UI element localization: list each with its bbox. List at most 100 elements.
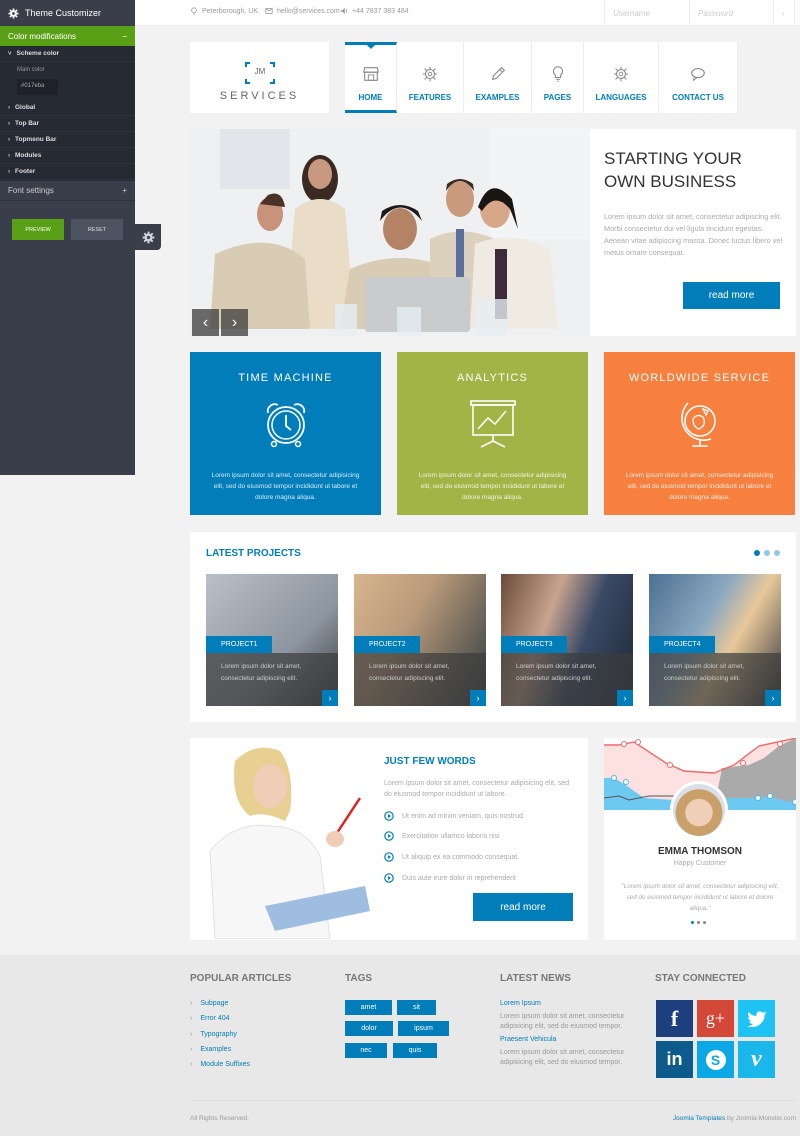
- play-circle-icon: [384, 811, 394, 821]
- pager-dot[interactable]: [774, 550, 780, 556]
- link-text[interactable]: Module Suffixes: [200, 1061, 250, 1068]
- nav-item-home[interactable]: HOME: [345, 42, 397, 113]
- skype-icon[interactable]: S: [697, 1041, 734, 1078]
- project-card[interactable]: PROJECT1 Lorem ipsum dolor sit amet, con…: [206, 574, 338, 706]
- popular-article-link[interactable]: › Subpage: [190, 1000, 228, 1007]
- feature-worldwide-service[interactable]: WORLDWIDE SERVICE Lorem ipsum dolor sit …: [604, 352, 795, 515]
- nav-item-examples[interactable]: EXAMPLES: [464, 42, 532, 113]
- tag-link[interactable]: sit: [397, 1000, 436, 1015]
- project-arrow-button[interactable]: ›: [617, 690, 633, 706]
- option-topmenu-bar[interactable]: › Topmenu Bar: [0, 132, 135, 148]
- email-link[interactable]: hello@services.com: [277, 8, 340, 15]
- link-text[interactable]: Examples: [200, 1046, 231, 1053]
- list-item: Exercitation ullamco laboris nisi: [384, 831, 500, 841]
- popular-article-link[interactable]: › Examples: [190, 1046, 231, 1053]
- option-scheme-color[interactable]: ˅ Scheme color: [0, 46, 135, 62]
- option-footer[interactable]: › Footer: [0, 164, 135, 180]
- font-settings-toggle[interactable]: Font settings +: [0, 181, 135, 201]
- twitter-icon[interactable]: [738, 1000, 775, 1037]
- feature-analytics[interactable]: ANALYTICS Lorem ipsum dolor sit amet, co…: [397, 352, 588, 515]
- project-text: Lorem ipsum dolor sit amet, consectetur …: [354, 653, 486, 706]
- pager-dot[interactable]: [697, 921, 700, 924]
- tag-link[interactable]: nec: [345, 1043, 387, 1058]
- map-pin-icon: [191, 7, 197, 15]
- google-plus-icon[interactable]: g+: [697, 1000, 734, 1037]
- section-label: Color modifications: [8, 31, 77, 41]
- linkedin-icon[interactable]: in: [656, 1041, 693, 1078]
- lightbulb-icon: [552, 66, 563, 82]
- project-text: Lorem ipsum dolor sit amet, consectetur …: [649, 653, 781, 706]
- latest-projects-section: LATEST PROJECTS PROJECT1 Lorem ipsum dol…: [190, 532, 796, 722]
- popular-article-link[interactable]: › Module Suffixes: [190, 1061, 250, 1068]
- avatar-photo: [673, 784, 725, 836]
- username-input[interactable]: Username: [604, 0, 689, 26]
- collapse-icon: −: [122, 31, 127, 41]
- pager-dot[interactable]: [703, 921, 706, 924]
- chevron-right-icon: ›: [8, 121, 10, 127]
- facebook-icon[interactable]: f: [656, 1000, 693, 1037]
- joomla-templates-link[interactable]: Joomla Templates: [673, 1115, 725, 1122]
- pager-dot[interactable]: [754, 550, 760, 556]
- logo-name: SERVICES: [219, 90, 300, 102]
- password-input[interactable]: Password: [689, 0, 773, 26]
- link-text[interactable]: Error 404: [200, 1015, 229, 1022]
- latest-news-title: LATEST NEWS: [500, 973, 571, 984]
- preview-button[interactable]: PREVIEW: [12, 219, 64, 240]
- tag-link[interactable]: quis: [393, 1043, 437, 1058]
- hero-slider: ‹ › STARTING YOUR OWN BUSINESS Lorem ips…: [190, 129, 796, 336]
- location-text: Peterborough, UK: [202, 7, 259, 15]
- project-text: Lorem ipsum dolor sit amet, consectetur …: [206, 653, 338, 706]
- tag-link[interactable]: amet: [345, 1000, 392, 1015]
- chevron-right-icon: ›: [8, 153, 10, 159]
- site-logo[interactable]: JM SERVICES: [190, 42, 329, 113]
- tag-link[interactable]: dolor: [345, 1021, 393, 1036]
- vimeo-icon[interactable]: v: [738, 1041, 775, 1078]
- words-read-more-button[interactable]: read more: [473, 893, 573, 921]
- project-card[interactable]: PROJECT2 Lorem ipsum dolor sit amet, con…: [354, 574, 486, 706]
- hero-title: STARTING YOUR OWN BUSINESS: [604, 147, 774, 193]
- store-icon: [362, 67, 379, 81]
- news-title-link[interactable]: Lorem Ipsum: [500, 1000, 541, 1007]
- expand-icon: +: [122, 186, 127, 195]
- option-label: Modules: [15, 152, 42, 159]
- reset-button[interactable]: RESET: [71, 219, 123, 240]
- chevron-right-icon: ›: [8, 105, 10, 111]
- link-text[interactable]: Subpage: [200, 1000, 228, 1007]
- nav-item-contact-us[interactable]: CONTACT US: [659, 42, 738, 113]
- pager-dot[interactable]: [764, 550, 770, 556]
- nav-item-languages[interactable]: LANGUAGES: [584, 42, 659, 113]
- color-modifications-toggle[interactable]: Color modifications −: [0, 26, 135, 46]
- slider-next-button[interactable]: ›: [221, 309, 248, 336]
- chevron-right-icon: ›: [190, 1031, 193, 1038]
- tag-link[interactable]: ipsum: [398, 1021, 449, 1036]
- popular-article-link[interactable]: › Typography: [190, 1031, 237, 1038]
- customizer-toggle-button[interactable]: [135, 224, 161, 250]
- nav-item-features[interactable]: FEATURES: [397, 42, 464, 113]
- project-arrow-button[interactable]: ›: [470, 690, 486, 706]
- list-item: Duis aute irure dolor in reprehenderit: [384, 873, 516, 883]
- pager-dot[interactable]: [691, 921, 694, 924]
- news-text: Lorem ipsum dolor sit amet, consectetur …: [500, 1013, 625, 1030]
- news-title-link[interactable]: Praesent Vehicula: [500, 1036, 556, 1043]
- project-arrow-button[interactable]: ›: [322, 690, 338, 706]
- project-card[interactable]: PROJECT4 Lorem ipsum dolor sit amet, con…: [649, 574, 781, 706]
- hero-read-more-button[interactable]: read more: [683, 282, 780, 309]
- feature-time-machine[interactable]: TIME MACHINE Lorem ipsum dolor sit amet,…: [190, 352, 381, 515]
- project-label: PROJECT3: [501, 636, 567, 653]
- play-circle-icon: [384, 873, 394, 883]
- login-submit-button[interactable]: ›: [773, 0, 795, 26]
- popular-article-link[interactable]: › Error 404: [190, 1015, 230, 1022]
- project-label: PROJECT2: [354, 636, 420, 653]
- project-card[interactable]: PROJECT3 Lorem ipsum dolor sit amet, con…: [501, 574, 633, 706]
- option-global[interactable]: › Global: [0, 100, 135, 116]
- main-color-input[interactable]: #017eba: [17, 79, 58, 95]
- link-text[interactable]: Typography: [200, 1031, 237, 1038]
- play-circle-icon: [384, 852, 394, 862]
- project-arrow-button[interactable]: ›: [765, 690, 781, 706]
- slider-prev-button[interactable]: ‹: [192, 309, 219, 336]
- words-intro: Lorem ipsum dolor sit amet, consectetur …: [384, 780, 570, 798]
- nav-label: CONTACT US: [672, 93, 724, 102]
- nav-item-pages[interactable]: PAGES: [532, 42, 584, 113]
- option-modules[interactable]: › Modules: [0, 148, 135, 164]
- option-top-bar[interactable]: › Top Bar: [0, 116, 135, 132]
